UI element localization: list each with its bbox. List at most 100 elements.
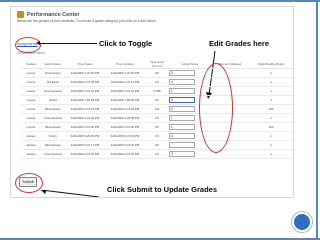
- taken-cell: 4/24/2009 3:20:42 PM: [65, 113, 105, 123]
- column-header: Time Finished: [105, 59, 145, 69]
- used-cell: 0:0: [145, 113, 169, 123]
- toggle-highlight-circle: [15, 37, 41, 53]
- table-row: mentor Mixed Exam 4/24/2009 3:12:07 PM 4…: [21, 104, 293, 114]
- table-row: student Cow Question 4/24/2009 3:15:46 P…: [21, 149, 293, 159]
- taken-cell: 4/24/2009 1:32:40 PM: [65, 68, 105, 78]
- total-cell: 1: [249, 86, 293, 96]
- grade-input[interactable]: 4: [169, 79, 195, 85]
- student-cell: mentor: [21, 86, 41, 96]
- total-cell: 100: [249, 122, 293, 132]
- used-cell: 0:6: [145, 131, 169, 141]
- grade-input[interactable]: 4: [169, 133, 195, 139]
- grade-input[interactable]: 2: [169, 106, 195, 112]
- taken-cell: 4/24/2009 3:12:07 PM: [65, 104, 105, 114]
- exam-cell: Cow Question: [41, 113, 65, 123]
- grade-input[interactable]: 1: [169, 124, 195, 130]
- taken-cell: 4/24/2009 1:37:08 PM: [65, 77, 105, 87]
- taken-cell: 4/24/2009 1:50:18 PM: [65, 95, 105, 105]
- finished-cell: 4/24/2009 3:21:48 PM: [105, 104, 145, 114]
- used-cell: 0:0: [145, 149, 169, 159]
- student-cell: mentor: [21, 122, 41, 132]
- total-cell: 1: [249, 131, 293, 141]
- student-cell: student: [21, 140, 41, 150]
- grades-table: Student Exam Name Time Taken Time Finish…: [21, 59, 293, 159]
- scores-highlight-circle: [199, 63, 233, 153]
- grade-input[interactable]: [169, 142, 195, 148]
- column-header: Student: [21, 59, 41, 69]
- exam-cell: Mixed Exam: [41, 122, 65, 132]
- column-header: Total Possible Points: [249, 59, 293, 69]
- slide-frame-right: [316, 0, 318, 240]
- table-row: mentor 3rd Exam 4/24/2009 1:37:08 PM 4/2…: [21, 77, 293, 87]
- exam-cell: Cow Question: [41, 149, 65, 159]
- submit-button[interactable]: Submit: [19, 177, 37, 187]
- student-cell: mentor: [21, 95, 41, 105]
- grade-input[interactable]: 3: [169, 97, 195, 103]
- table-header-row: Student Exam Name Time Taken Time Finish…: [21, 59, 293, 69]
- table-row: mentor Cow Question 4/24/2009 3:20:42 PM…: [21, 113, 293, 123]
- student-cell: mentor: [21, 113, 41, 123]
- taken-cell: 4/24/2009 3:15:46 PM: [65, 149, 105, 159]
- total-cell: 1: [249, 95, 293, 105]
- exam-cell: 3rd Exam: [41, 77, 65, 87]
- score-cell: 3: [169, 149, 211, 159]
- used-cell: 0:0: [145, 122, 169, 132]
- performance-center-screenshot: Performance Center Below are the groups …: [10, 6, 294, 198]
- slide-frame-top: [0, 0, 320, 2]
- finished-cell: 4/24/2009 3:37:40 PM: [105, 131, 145, 141]
- finished-cell: 4/24/2009 3:21:40 PM: [105, 122, 145, 132]
- taken-cell: 4/24/2009 3:25:30 PM: [65, 131, 105, 141]
- toggle-arrow: [36, 41, 97, 45]
- table-row: mentor Cow Question 4/24/2009 1:46:42 PM…: [21, 86, 293, 96]
- finished-cell: 4/24/2009 1:46:42 PM: [105, 86, 145, 96]
- used-cell: 0:0: [145, 68, 169, 78]
- total-cell: 1: [249, 113, 293, 123]
- edit-grades-callout: Edit Grades here: [209, 39, 270, 48]
- total-cell: 1: [249, 68, 293, 78]
- table-row: student Mixed Exam 4/24/2009 3:37:17 PM …: [21, 140, 293, 150]
- grade-input[interactable]: 3: [169, 151, 195, 157]
- exam-cell: Mixed Exam: [41, 104, 65, 114]
- total-cell: 1: [249, 140, 293, 150]
- exam-cell: Pinch Exam: [41, 68, 65, 78]
- used-cell: 0:9: [145, 104, 169, 114]
- performance-icon: [17, 11, 24, 18]
- column-header: Exam Name: [41, 59, 65, 69]
- table-row: mentor Pinch Exam 4/24/2009 1:32:40 PM 4…: [21, 68, 293, 78]
- finished-cell: 4/24/2009 1:32:40 PM: [105, 68, 145, 78]
- column-header: Time Taken: [65, 59, 105, 69]
- finished-cell: 4/24/2009 3:20:48 PM: [105, 113, 145, 123]
- used-cell: 0:0: [145, 95, 169, 105]
- finished-cell: 4/24/2009 1:37:11 PM: [105, 77, 145, 87]
- table-row: student GG21 4/24/2009 3:25:30 PM 4/24/2…: [21, 131, 293, 141]
- student-cell: mentor: [21, 68, 41, 78]
- grade-input[interactable]: 1: [169, 115, 195, 121]
- student-cell: student: [21, 131, 41, 141]
- used-cell: 0:195: [145, 86, 169, 96]
- grade-input[interactable]: 1: [169, 88, 195, 94]
- taken-cell: 4/24/2009 3:37:17 PM: [65, 140, 105, 150]
- finished-cell: 4/24/2009 1:50:20 PM: [105, 95, 145, 105]
- exam-cell: Cow Question: [41, 86, 65, 96]
- page-header: Performance Center: [17, 11, 80, 18]
- column-header: Time Used (hh:mm): [145, 59, 169, 69]
- student-cell: mentor: [21, 77, 41, 87]
- grade-input[interactable]: 3: [169, 70, 195, 76]
- submit-arrow: [41, 190, 100, 197]
- column-header: Actual Score: [169, 59, 211, 69]
- student-cell: student: [21, 149, 41, 159]
- finished-cell: 4/24/2009 3:15:46 PM: [105, 149, 145, 159]
- total-cell: 1: [249, 77, 293, 87]
- submit-callout: Click Submit to Update Grades: [107, 185, 218, 194]
- page-title: Performance Center: [27, 11, 80, 18]
- finished-cell: 4/24/2009 3:37:40 PM: [105, 140, 145, 150]
- slide-corner-dot: [292, 212, 312, 232]
- exam-cell: GG21: [41, 131, 65, 141]
- total-cell: 1: [249, 149, 293, 159]
- table-row: mentor GG21 4/24/2009 1:50:18 PM 4/24/20…: [21, 95, 293, 105]
- taken-cell: 4/24/2009 1:46:42 PM: [65, 86, 105, 96]
- taken-cell: 4/24/2009 3:21:40 PM: [65, 122, 105, 132]
- instructions-text: Below are the groups of your students. T…: [17, 19, 157, 23]
- used-cell: 0:0: [145, 140, 169, 150]
- total-cell: 100: [249, 104, 293, 114]
